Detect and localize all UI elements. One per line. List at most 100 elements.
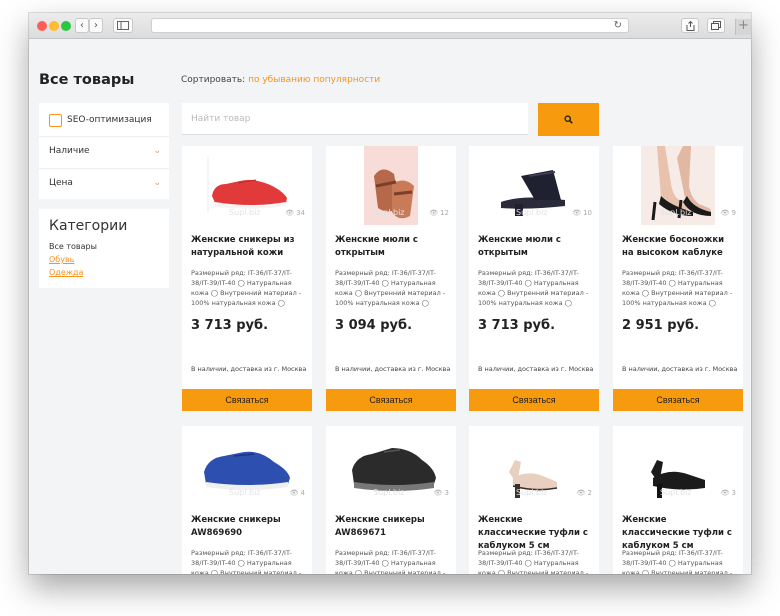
eye-icon: 👁: [720, 489, 730, 497]
product-price: 3 094 руб.: [335, 318, 413, 333]
zoom-window-button[interactable]: [61, 21, 71, 31]
contact-button[interactable]: Связаться: [326, 389, 456, 411]
product-card[interactable]: Supl.biz 👁 9 Женские босоножки на высоком…: [613, 146, 743, 411]
category-clothes-link[interactable]: Одежда: [49, 268, 83, 277]
eye-icon: 👁: [285, 209, 295, 217]
product-description: Размерный ряд: IT-36/IT-37/IT-38/IT-39/I…: [478, 269, 589, 307]
product-title[interactable]: Женские сникеры AW869690: [191, 514, 306, 540]
chevron-down-icon: ⌄: [153, 178, 161, 188]
contact-button[interactable]: Связаться: [182, 389, 312, 411]
view-count-value: 12: [440, 209, 449, 217]
watermark: Supl.biz: [229, 488, 261, 497]
seo-filter[interactable]: SEO-оптимизация: [49, 113, 152, 127]
view-count: 👁 12: [429, 209, 449, 217]
view-count: 👁 34: [285, 209, 305, 217]
product-stock: В наличии, доставка из г. Москва: [191, 365, 307, 373]
product-price: 2 951 руб.: [622, 318, 700, 333]
tabs-overview-button[interactable]: [707, 18, 725, 33]
sort-control: Сортировать: по убыванию популярности: [181, 75, 380, 85]
sort-value-link[interactable]: по убыванию популярности: [248, 75, 380, 85]
chevron-left-icon: ‹: [80, 20, 84, 31]
product-card[interactable]: Supl.biz 👁 34 Женские сникеры из натураль…: [182, 146, 312, 411]
price-label: Цена: [49, 178, 73, 188]
view-count: 👁 3: [434, 489, 449, 497]
category-all[interactable]: Все товары: [49, 242, 97, 251]
search-button[interactable]: [538, 103, 599, 136]
chevron-down-icon: ⌄: [153, 146, 161, 156]
eye-icon: 👁: [289, 489, 299, 497]
product-description: Размерный ряд: IT-36/IT-37/IT-38/IT-39/I…: [478, 549, 589, 574]
product-card[interactable]: Supl.biz 👁 3 Женские классические туфли с…: [613, 426, 743, 574]
eye-icon: 👁: [720, 209, 730, 217]
search-input[interactable]: [182, 103, 528, 135]
categories-panel: Категории Все товары Обувь Одежда: [39, 209, 169, 288]
view-count-value: 2: [587, 489, 592, 497]
watermark: Supl.biz: [516, 488, 548, 497]
product-title[interactable]: Женские мюли с открытым: [478, 234, 593, 260]
plus-icon: +: [738, 18, 749, 33]
new-tab-button[interactable]: +: [735, 19, 751, 35]
seo-filter-label: SEO-оптимизация: [67, 115, 152, 125]
watermark: Supl.biz: [373, 208, 405, 217]
tabs-icon: [711, 21, 721, 30]
sidebar-toggle-button[interactable]: [113, 18, 133, 33]
eye-icon: 👁: [433, 489, 443, 497]
product-title[interactable]: Женские босоножки на высоком каблуке: [622, 234, 737, 260]
product-stock: В наличии, доставка из г. Москва: [478, 365, 594, 373]
reload-icon[interactable]: ↻: [614, 19, 622, 32]
watermark: Supl.biz: [229, 208, 261, 217]
product-card[interactable]: Supl.biz 👁 10 Женские мюли с открытым Раз…: [469, 146, 599, 411]
view-count: 👁 4: [290, 489, 305, 497]
product-card[interactable]: Supl.biz 👁 4 Женские сникеры AW869690 Раз…: [182, 426, 312, 574]
forward-button[interactable]: ›: [89, 18, 103, 33]
availability-filter[interactable]: Наличие ⌄: [49, 146, 161, 156]
category-shoes-link[interactable]: Обувь: [49, 255, 74, 264]
product-card[interactable]: Supl.biz 👁 2 Женские классические туфли с…: [469, 426, 599, 574]
page-content: Все товары Сортировать: по убыванию попу…: [29, 39, 751, 574]
back-button[interactable]: ‹: [75, 18, 89, 33]
watermark: Supl.biz: [660, 208, 692, 217]
share-button[interactable]: [681, 18, 699, 33]
product-title[interactable]: Женские сникеры AW869671: [335, 514, 450, 540]
availability-label: Наличие: [49, 146, 90, 156]
product-card[interactable]: Supl.biz 👁 3 Женские сникеры AW869671 Раз…: [326, 426, 456, 574]
search-icon: [564, 115, 573, 124]
watermark: Supl.biz: [516, 208, 548, 217]
minimize-window-button[interactable]: [49, 21, 59, 31]
product-description: Размерный ряд: IT-36/IT-37/IT-38/IT-39/I…: [335, 549, 446, 574]
eye-icon: 👁: [429, 209, 439, 217]
filter-panel: SEO-оптимизация Наличие ⌄ Цена ⌄: [39, 103, 169, 199]
address-bar[interactable]: ↻: [151, 18, 629, 33]
product-title[interactable]: Женские сникеры из натуральной кожи: [191, 234, 306, 260]
contact-button[interactable]: Связаться: [613, 389, 743, 411]
product-stock: В наличии, доставка из г. Москва: [335, 365, 451, 373]
sort-label: Сортировать:: [181, 75, 246, 85]
divider: [39, 136, 169, 137]
watermark: Supl.biz: [373, 488, 405, 497]
view-count: 👁 9: [721, 209, 736, 217]
watermark: Supl.biz: [660, 488, 692, 497]
seo-checkbox[interactable]: [49, 113, 62, 127]
product-card[interactable]: Supl.biz 👁 12 Женские мюли с открытым Раз…: [326, 146, 456, 411]
divider: [39, 168, 169, 169]
sidebar-icon: [117, 21, 129, 30]
product-description: Размерный ряд: IT-36/IT-37/IT-38/IT-39/I…: [191, 269, 302, 307]
eye-icon: 👁: [572, 209, 582, 217]
view-count: 👁 2: [577, 489, 592, 497]
eye-icon: 👁: [576, 489, 586, 497]
product-description: Размерный ряд: IT-36/IT-37/IT-38/IT-39/I…: [335, 269, 446, 307]
browser-window: ‹ › ↻ + Все товары Сортировать: по убыва…: [29, 13, 751, 574]
chevron-right-icon: ›: [94, 20, 98, 31]
product-title[interactable]: Женские мюли с открытым: [335, 234, 450, 260]
contact-button[interactable]: Связаться: [469, 389, 599, 411]
product-price: 3 713 руб.: [478, 318, 556, 333]
categories-title: Категории: [49, 218, 128, 234]
view-count-value: 3: [731, 489, 736, 497]
view-count: 👁 3: [721, 489, 736, 497]
close-window-button[interactable]: [37, 21, 47, 31]
price-filter[interactable]: Цена ⌄: [49, 178, 161, 188]
page-title: Все товары: [39, 72, 135, 88]
product-stock: В наличии, доставка из г. Москва: [622, 365, 738, 373]
view-count-value: 4: [300, 489, 305, 497]
share-icon: [686, 20, 694, 31]
